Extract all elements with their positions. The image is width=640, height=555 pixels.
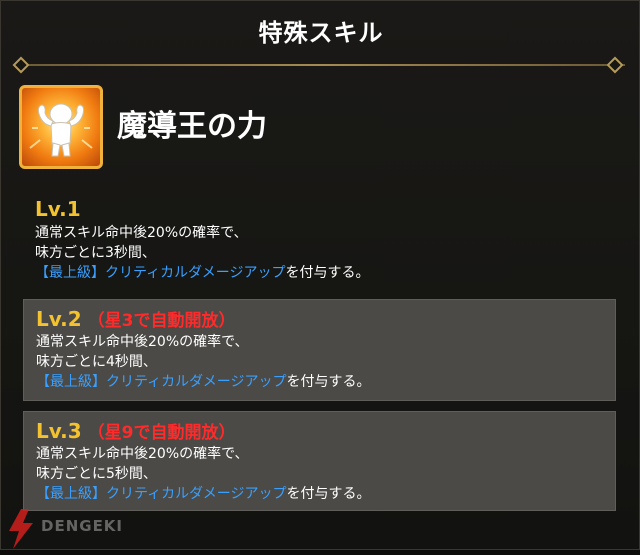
- effect-suffix: を付与する。: [286, 486, 371, 502]
- lightning-bolt-icon: [9, 509, 33, 549]
- description-line-1: 通常スキル命中後20%の確率で、: [36, 334, 249, 350]
- special-skill-panel: 特殊スキル 魔導王の力 Lv.1 通常スキル命中後20%の確率で、 味方ごとに3…: [0, 0, 640, 550]
- effect-keyword: クリティカルダメージアップ: [106, 374, 287, 390]
- unlock-condition: （星9で自動開放）: [87, 423, 236, 443]
- description-line-1: 通常スキル命中後20%の確率で、: [36, 446, 249, 462]
- effect-suffix: を付与する。: [286, 374, 371, 390]
- description-line-3: 【最上級】クリティカルダメージアップを付与する。: [36, 484, 615, 504]
- effect-tag: 【最上級】: [35, 265, 105, 281]
- description-line-2: 味方ごとに4秒間、: [36, 354, 157, 370]
- level-label: Lv.1: [35, 197, 81, 221]
- watermark-logo: DENGEKI: [3, 507, 123, 551]
- skill-level-2: Lv.2 （星3で自動開放） 通常スキル命中後20%の確率で、 味方ごとに4秒間…: [23, 299, 616, 401]
- effect-keyword: クリティカルダメージアップ: [106, 486, 287, 502]
- skill-level-3: Lv.3 （星9で自動開放） 通常スキル命中後20%の確率で、 味方ごとに5秒間…: [23, 411, 616, 511]
- description-line-3: 【最上級】クリティカルダメージアップを付与する。: [36, 372, 615, 392]
- watermark-text: DENGEKI: [41, 517, 124, 535]
- level-label: Lv.3: [36, 419, 82, 443]
- description-line-2: 味方ごとに5秒間、: [36, 466, 157, 482]
- effect-keyword: クリティカルダメージアップ: [105, 265, 286, 281]
- panel-title: 特殊スキル: [258, 18, 384, 47]
- description-line-2: 味方ごとに3秒間、: [35, 245, 156, 261]
- skill-name: 魔導王の力: [117, 109, 267, 144]
- skill-level-1: Lv.1 通常スキル命中後20%の確率で、 味方ごとに3秒間、 【最上級】クリテ…: [23, 191, 616, 283]
- flexing-hero-icon: [19, 85, 103, 169]
- description-line-1: 通常スキル命中後20%の確率で、: [35, 225, 248, 241]
- effect-tag: 【最上級】: [36, 374, 106, 390]
- divider-ornament-right: [606, 56, 624, 74]
- level-label: Lv.2: [36, 307, 82, 331]
- effect-tag: 【最上級】: [36, 486, 106, 502]
- title-divider: [15, 64, 625, 66]
- divider-ornament-left: [12, 56, 30, 74]
- unlock-condition: （星3で自動開放）: [87, 311, 236, 331]
- effect-suffix: を付与する。: [285, 265, 370, 281]
- description-line-3: 【最上級】クリティカルダメージアップを付与する。: [35, 263, 616, 283]
